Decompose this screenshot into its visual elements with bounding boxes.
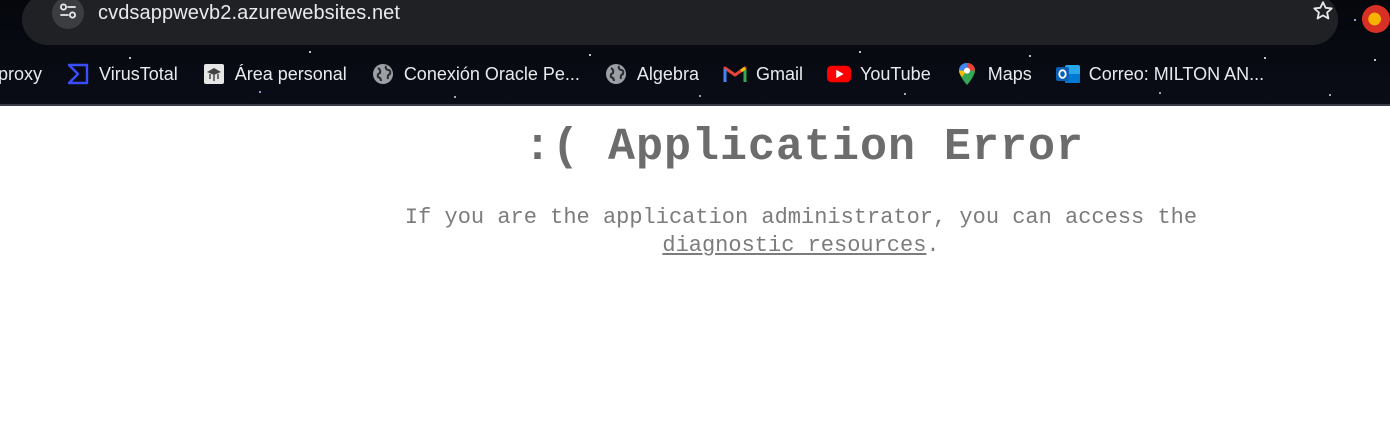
globe-icon — [371, 62, 395, 86]
bookmark-maps[interactable]: Maps — [955, 56, 1032, 92]
bookmark-virustotal[interactable]: VirusTotal — [66, 56, 178, 92]
tune-icon — [58, 1, 78, 26]
browser-chrome: cvdsappwevb2.azurewebsites.net proxy Vir… — [0, 0, 1390, 106]
error-title: :( Application Error — [523, 122, 1085, 173]
bookmark-label: Gmail — [755, 63, 803, 84]
bookmark-gmail[interactable]: Gmail — [723, 56, 803, 92]
bookmark-label: Algebra — [636, 63, 699, 84]
bookmark-label: Correo: MILTON AN... — [1088, 63, 1265, 84]
globe-icon — [604, 62, 628, 86]
page-content: :( Application Error If you are the appl… — [0, 106, 1390, 439]
bookmark-label: VirusTotal — [99, 63, 178, 84]
bookmark-label: Área personal — [234, 63, 347, 84]
outlook-icon — [1055, 62, 1080, 86]
youtube-icon — [826, 62, 851, 86]
maps-icon — [955, 62, 979, 86]
bookmark-correo[interactable]: Correo: MILTON AN... — [1055, 56, 1265, 92]
bookmarks-bar: proxy VirusTotal Área personal Conexión … — [0, 56, 1390, 92]
error-message: If you are the application administrator… — [0, 204, 1390, 260]
site-info-button[interactable] — [52, 0, 84, 29]
bookmark-proxy[interactable]: proxy — [0, 56, 42, 92]
virustotal-icon — [66, 62, 90, 86]
bookmark-label: YouTube — [859, 63, 931, 84]
star-outline-icon — [1311, 0, 1335, 28]
bookmark-label: Maps — [987, 63, 1032, 84]
bookmark-area-personal[interactable]: Área personal — [202, 56, 347, 92]
diagnostic-resources-link[interactable]: diagnostic resources — [662, 233, 926, 258]
moodle-icon — [202, 62, 226, 86]
bookmark-label: Conexión Oracle Pe... — [403, 63, 580, 84]
url-text[interactable]: cvdsappwevb2.azurewebsites.net — [98, 2, 400, 25]
bookmark-youtube[interactable]: YouTube — [826, 56, 931, 92]
bookmark-star-button[interactable] — [1310, 0, 1336, 26]
bookmark-label: proxy — [0, 63, 43, 84]
message-line: If you are the application administrator… — [404, 205, 1198, 230]
message-period: . — [926, 233, 940, 258]
bookmark-conexion-oracle[interactable]: Conexión Oracle Pe... — [371, 56, 580, 92]
address-bar[interactable]: cvdsappwevb2.azurewebsites.net — [22, 0, 1338, 45]
profile-avatar-icon[interactable] — [1362, 5, 1390, 33]
bookmark-algebra[interactable]: Algebra — [604, 56, 699, 92]
gmail-icon — [723, 62, 747, 86]
